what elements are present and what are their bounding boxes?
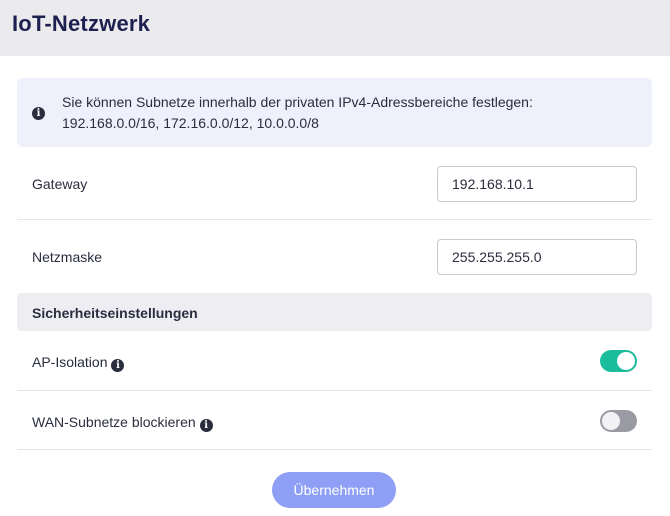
info-banner: i Sie können Subnetze innerhalb der priv… — [17, 78, 652, 147]
info-text-line-2: 192.168.0.0/16, 172.16.0.0/12, 10.0.0.0/… — [62, 115, 319, 131]
netmask-input[interactable] — [437, 239, 637, 275]
wan-block-label: WAN-Subnetze blockieren — [32, 414, 196, 430]
ap-isolation-label: AP-Isolation — [32, 354, 108, 370]
toggle-knob — [602, 412, 620, 430]
wan-block-toggle[interactable] — [600, 410, 637, 432]
settings-card: i Sie können Subnetze innerhalb der priv… — [0, 56, 670, 516]
security-section-header: Sicherheitseinstellungen — [17, 293, 652, 331]
page-title: IoT-Netzwerk — [12, 11, 151, 36]
ap-isolation-info-icon[interactable]: i — [111, 359, 125, 372]
netmask-row: Netzmaske — [17, 220, 652, 293]
netmask-label: Netzmaske — [32, 249, 103, 265]
gateway-label: Gateway — [32, 176, 88, 192]
gateway-input[interactable] — [437, 166, 637, 202]
security-section-title: Sicherheitseinstellungen — [32, 305, 198, 321]
ap-isolation-row: AP-Isolation i — [17, 331, 652, 391]
ap-isolation-toggle[interactable] — [600, 350, 637, 372]
wan-block-label-wrap: WAN-Subnetze blockieren i — [32, 414, 213, 432]
info-icon: i — [32, 107, 45, 120]
ap-isolation-label-wrap: AP-Isolation i — [32, 354, 125, 372]
wan-block-info-icon[interactable]: i — [199, 419, 213, 432]
gateway-row: Gateway — [17, 147, 652, 220]
page-header: IoT-Netzwerk — [0, 0, 670, 56]
wan-block-row: WAN-Subnetze blockieren i — [17, 391, 652, 450]
info-text: Sie können Subnetze innerhalb der privat… — [62, 92, 622, 134]
toggle-knob — [617, 352, 635, 370]
info-text-line-1: Sie können Subnetze innerhalb der privat… — [62, 94, 533, 110]
apply-button[interactable]: Übernehmen — [272, 472, 396, 508]
